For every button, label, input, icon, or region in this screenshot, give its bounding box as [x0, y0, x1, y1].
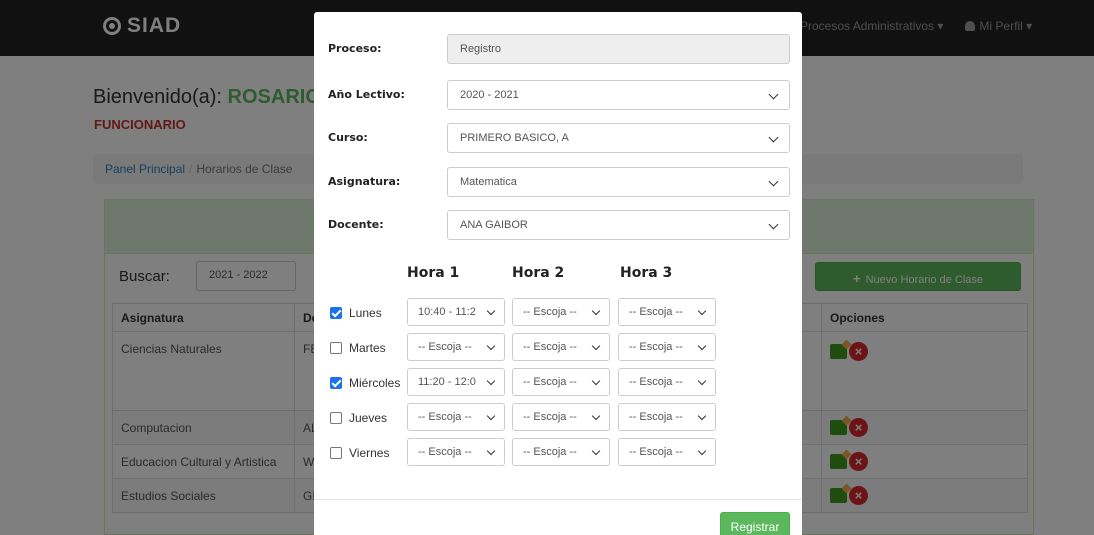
chevron-down-icon — [768, 219, 779, 230]
curso-select[interactable]: PRIMERO BASICO, A — [447, 123, 790, 153]
field-docente: Docente: ANA GAIBOR — [314, 210, 802, 240]
select-value: -- Escoja -- — [629, 306, 683, 318]
hora-3-select[interactable]: -- Escoja -- — [618, 403, 716, 431]
chevron-down-icon — [697, 306, 707, 316]
hora-1-select[interactable]: 10:40 - 11:20 — [407, 298, 505, 326]
modal-footer-divider — [314, 499, 802, 500]
schedule-modal: Proceso: Registro Año Lectivo: 2020 - 20… — [314, 12, 802, 535]
select-value: -- Escoja -- — [523, 306, 577, 318]
hora-2-select[interactable]: -- Escoja -- — [512, 438, 610, 466]
day-checkbox-miercoles[interactable] — [330, 377, 342, 389]
day-row-viernes: Viernes -- Escoja -- -- Escoja -- -- Esc… — [314, 438, 802, 466]
hora-1-select[interactable]: -- Escoja -- — [407, 438, 505, 466]
chevron-down-icon — [768, 132, 779, 143]
day-checkbox-martes[interactable] — [330, 342, 342, 354]
hora-3-select[interactable]: -- Escoja -- — [618, 438, 716, 466]
field-proceso: Proceso: Registro — [314, 34, 802, 64]
day-checkbox-viernes[interactable] — [330, 447, 342, 459]
select-value: -- Escoja -- — [523, 411, 577, 423]
chevron-down-icon — [697, 341, 707, 351]
select-value: -- Escoja -- — [418, 341, 472, 353]
chevron-down-icon — [486, 376, 496, 386]
day-label: Lunes — [349, 306, 382, 320]
chevron-down-icon — [486, 411, 496, 421]
chevron-down-icon — [697, 376, 707, 386]
hora-2-select[interactable]: -- Escoja -- — [512, 298, 610, 326]
select-value: 11:20 - 12:00 — [418, 376, 476, 388]
chevron-down-icon — [486, 341, 496, 351]
chevron-down-icon — [591, 446, 601, 456]
day-label: Viernes — [349, 446, 390, 460]
select-value: -- Escoja -- — [523, 341, 577, 353]
hora-3-select[interactable]: -- Escoja -- — [618, 368, 716, 396]
day-row-miercoles: Miércoles 11:20 - 12:00 -- Escoja -- -- … — [314, 368, 802, 396]
chevron-down-icon — [591, 376, 601, 386]
hora-1-select[interactable]: -- Escoja -- — [407, 333, 505, 361]
select-value: -- Escoja -- — [629, 341, 683, 353]
field-curso: Curso: PRIMERO BASICO, A — [314, 123, 802, 153]
hora-2-select[interactable]: -- Escoja -- — [512, 403, 610, 431]
select-value: 10:40 - 11:20 — [418, 306, 476, 318]
select-value: PRIMERO BASICO, A — [460, 132, 569, 144]
select-value: -- Escoja -- — [629, 376, 683, 388]
hora-2-select[interactable]: -- Escoja -- — [512, 333, 610, 361]
select-value: ANA GAIBOR — [460, 219, 528, 231]
field-label: Curso: — [328, 131, 368, 144]
field-anio-lectivo: Año Lectivo: 2020 - 2021 — [314, 80, 802, 110]
day-checkbox-jueves[interactable] — [330, 412, 342, 424]
hora-2-select[interactable]: -- Escoja -- — [512, 368, 610, 396]
asignatura-select[interactable]: Matematica — [447, 167, 790, 197]
hora-3-select[interactable]: -- Escoja -- — [618, 333, 716, 361]
day-row-martes: Martes -- Escoja -- -- Escoja -- -- Esco… — [314, 333, 802, 361]
anio-lectivo-select[interactable]: 2020 - 2021 — [447, 80, 790, 110]
day-row-lunes: Lunes 10:40 - 11:20 -- Escoja -- -- Esco… — [314, 298, 802, 326]
field-asignatura: Asignatura: Matematica — [314, 167, 802, 197]
field-label: Asignatura: — [328, 175, 401, 188]
chevron-down-icon — [768, 176, 779, 187]
select-value: -- Escoja -- — [523, 446, 577, 458]
docente-select[interactable]: ANA GAIBOR — [447, 210, 790, 240]
field-label: Proceso: — [328, 42, 382, 55]
hora-2-header: Hora 2 — [512, 265, 565, 281]
registrar-button[interactable]: Registrar — [720, 512, 790, 535]
select-value: -- Escoja -- — [629, 446, 683, 458]
chevron-down-icon — [486, 306, 496, 316]
select-value: 2020 - 2021 — [460, 89, 519, 101]
hora-1-header: Hora 1 — [407, 265, 460, 281]
select-value: Matematica — [460, 176, 517, 188]
hora-3-header: Hora 3 — [620, 265, 673, 281]
field-label: Docente: — [328, 218, 384, 231]
select-value: -- Escoja -- — [418, 411, 472, 423]
chevron-down-icon — [591, 411, 601, 421]
proceso-input: Registro — [447, 34, 790, 64]
select-value: -- Escoja -- — [629, 411, 683, 423]
day-checkbox-lunes[interactable] — [330, 307, 342, 319]
chevron-down-icon — [697, 411, 707, 421]
chevron-down-icon — [768, 89, 779, 100]
day-label: Martes — [349, 341, 386, 355]
chevron-down-icon — [591, 341, 601, 351]
chevron-down-icon — [486, 446, 496, 456]
field-label: Año Lectivo: — [328, 88, 405, 101]
select-value: -- Escoja -- — [523, 376, 577, 388]
chevron-down-icon — [697, 446, 707, 456]
hora-1-select[interactable]: 11:20 - 12:00 — [407, 368, 505, 396]
day-row-jueves: Jueves -- Escoja -- -- Escoja -- -- Esco… — [314, 403, 802, 431]
chevron-down-icon — [591, 306, 601, 316]
day-label: Jueves — [349, 411, 388, 425]
hora-3-select[interactable]: -- Escoja -- — [618, 298, 716, 326]
select-value: -- Escoja -- — [418, 446, 472, 458]
hora-1-select[interactable]: -- Escoja -- — [407, 403, 505, 431]
day-label: Miércoles — [349, 376, 401, 390]
